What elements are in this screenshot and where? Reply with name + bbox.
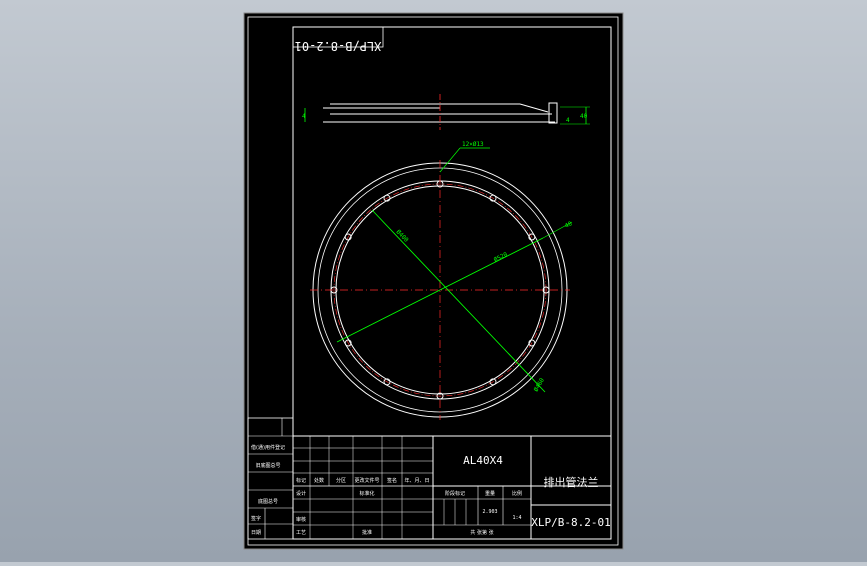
- scale-label: 比例: [512, 490, 522, 497]
- strip-drawing-label: 底图总号: [258, 498, 278, 505]
- row-process: 工艺: [296, 530, 306, 536]
- mirrored-drawing-number: XLP/B-8.2-01: [295, 39, 382, 53]
- lip-dim: 4: [566, 117, 570, 124]
- col-signature: 签名: [387, 477, 397, 484]
- stage-mark-label: 阶段标记: [445, 490, 465, 497]
- strip-reuse-label: 借(通)用件登记: [251, 444, 285, 451]
- weight-label: 重量: [485, 490, 495, 497]
- scale-value: 1:4: [512, 515, 521, 521]
- bolt-holes-label: 12×Ø13: [462, 141, 484, 148]
- col-count: 处数: [314, 477, 324, 484]
- drawing-number-text: XLP/B-8.2-01: [531, 516, 610, 529]
- strip-date-label: 日期: [251, 530, 261, 536]
- row-review: 审核: [296, 516, 306, 523]
- side-height-dim: 4: [302, 113, 306, 120]
- col-change-doc: 更改文件号: [354, 477, 379, 484]
- row-approve: 批准: [362, 529, 372, 536]
- col-date: 年、月、日: [404, 477, 429, 484]
- drawing-canvas: XLP/B-8.2-01 4 40 4 12×Ø13 Ø400 Ø520 40 …: [243, 12, 624, 550]
- col-zone: 分区: [336, 477, 346, 484]
- part-name-text: 排出管法兰: [544, 475, 599, 489]
- weight-value: 2.903: [482, 509, 497, 515]
- sheet-text: 共 张第 张: [470, 529, 493, 536]
- strip-old-drawing-label: 旧底图总号: [255, 462, 280, 469]
- material-text: AL40X4: [463, 454, 503, 467]
- strip-sign-label: 签字: [251, 515, 261, 522]
- row-design: 设计: [296, 490, 306, 497]
- flange-height-dim: 40: [580, 113, 588, 120]
- row-standard: 标准化: [359, 490, 374, 497]
- col-mark: 标记: [296, 477, 306, 484]
- cad-viewport: XLP/B-8.2-01 4 40 4 12×Ø13 Ø400 Ø520 40 …: [0, 0, 867, 562]
